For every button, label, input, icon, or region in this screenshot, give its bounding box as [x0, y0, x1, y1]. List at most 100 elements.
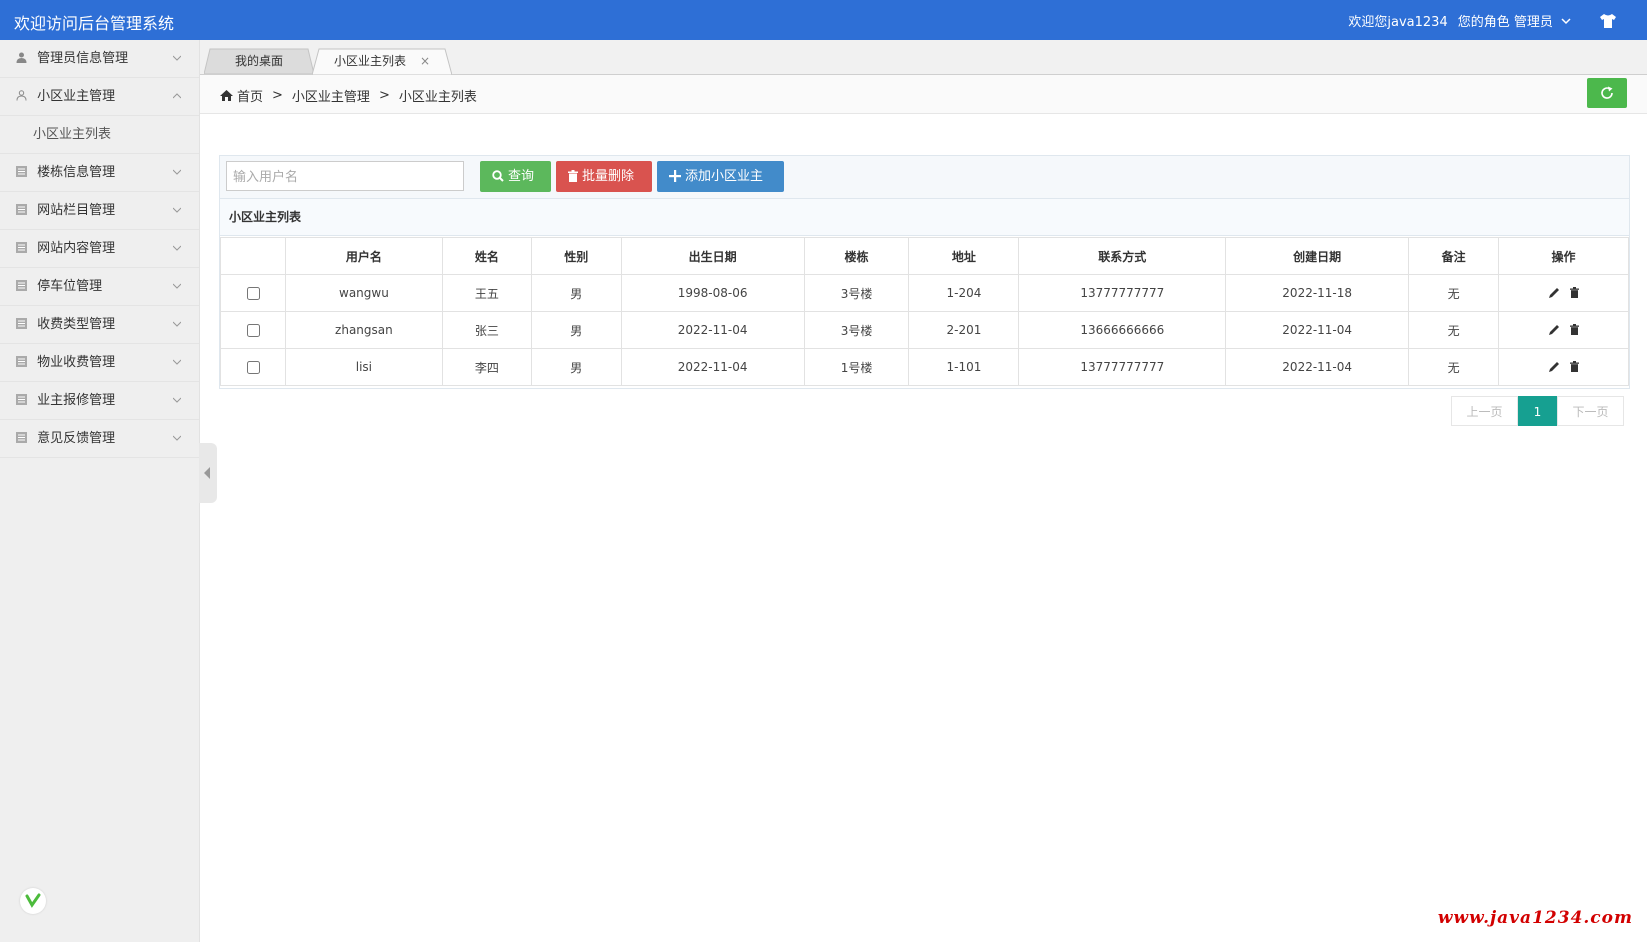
chevron-up-icon: [173, 93, 181, 99]
logo-badge: [20, 888, 46, 914]
delete-trash-icon[interactable]: [1569, 324, 1579, 335]
chevron-down-icon: [173, 359, 181, 365]
column-header: 出生日期: [620, 237, 805, 275]
sidebar-item-parking[interactable]: 停车位管理: [0, 268, 199, 306]
tab-label: 小区业主列表: [333, 54, 406, 68]
sidebar: 管理员信息管理 小区业主管理 小区业主列表 楼栋信息管理 网站栏目管理 网站内容…: [0, 40, 200, 942]
user-icon: [16, 52, 27, 63]
user-outline-icon: [16, 90, 27, 101]
breadcrumb-level1[interactable]: 小区业主管理: [292, 86, 370, 105]
sidebar-item-feedback[interactable]: 意见反馈管理: [0, 420, 199, 458]
plus-icon: [669, 170, 681, 182]
chevron-down-icon: [173, 169, 181, 175]
sidebar-item-label: 停车位管理: [37, 279, 103, 294]
cell-address: 1-204: [908, 274, 1020, 312]
list-icon: [16, 166, 27, 177]
search-button[interactable]: 查询: [480, 161, 551, 192]
sidebar-collapse-toggle[interactable]: [199, 443, 217, 503]
sidebar-item-label: 业主报修管理: [37, 393, 116, 408]
edit-pencil-icon[interactable]: [1548, 287, 1560, 298]
delete-trash-icon[interactable]: [1569, 287, 1579, 298]
chevron-down-icon: [1561, 18, 1571, 25]
tab-close-button[interactable]: ×: [420, 54, 430, 68]
cell-phone: 13777777777: [1018, 274, 1227, 312]
sidebar-item-buildings[interactable]: 楼栋信息管理: [0, 154, 199, 192]
logo-icon: [25, 893, 41, 908]
breadcrumb-bar: 首页 > 小区业主管理 > 小区业主列表: [200, 75, 1647, 114]
top-header: 欢迎访问后台管理系统 欢迎您java1234 您的角色 管理员: [0, 0, 1647, 40]
list-icon: [16, 432, 27, 443]
chevron-down-icon: [173, 55, 181, 61]
cell-username: lisi: [284, 348, 443, 386]
breadcrumb-level2: 小区业主列表: [398, 90, 477, 105]
refresh-button[interactable]: [1587, 78, 1627, 108]
tab-desktop[interactable]: 我的桌面: [204, 48, 314, 74]
cell-created: 2022-11-18: [1225, 274, 1410, 312]
cell-name: 王五: [441, 274, 532, 312]
list-icon: [16, 204, 27, 215]
sidebar-item-label: 网站栏目管理: [37, 203, 116, 218]
cell-name: 李四: [441, 348, 532, 386]
list-icon: [16, 394, 27, 405]
table-row: zhangsan 张三 男 2022-11-04 3号楼 2-201 13666…: [220, 311, 1629, 349]
breadcrumb-home[interactable]: 首页: [237, 86, 263, 105]
sidebar-item-label: 物业收费管理: [37, 355, 116, 370]
chevron-down-icon: [173, 397, 181, 403]
table-row: lisi 李四 男 2022-11-04 1号楼 1-101 137777777…: [220, 348, 1629, 386]
cell-building: 1号楼: [803, 348, 910, 386]
sidebar-item-site-content[interactable]: 网站内容管理: [0, 230, 199, 268]
tab-owner-list[interactable]: 小区业主列表 ×: [312, 48, 452, 75]
list-icon: [16, 280, 27, 291]
breadcrumb: 首页 > 小区业主管理 > 小区业主列表: [220, 86, 477, 105]
chevron-down-icon: [173, 283, 181, 289]
row-checkbox[interactable]: [246, 323, 260, 337]
sidebar-subitem-owner-list[interactable]: 小区业主列表: [0, 116, 199, 154]
role-dropdown[interactable]: 您的角色 管理员: [1458, 11, 1571, 30]
cell-name: 张三: [441, 311, 532, 349]
prev-page-button[interactable]: 上一页: [1451, 396, 1518, 426]
next-page-button[interactable]: 下一页: [1557, 396, 1624, 426]
batch-delete-button[interactable]: 批量删除: [556, 161, 652, 192]
cell-birth: 2022-11-04: [620, 348, 805, 386]
header-user-area: 欢迎您java1234 您的角色 管理员: [1348, 11, 1617, 30]
current-page-button[interactable]: 1: [1518, 396, 1557, 426]
sidebar-item-repairs[interactable]: 业主报修管理: [0, 382, 199, 420]
edit-pencil-icon[interactable]: [1548, 324, 1560, 335]
cell-actions: [1498, 311, 1629, 349]
list-icon: [16, 242, 27, 253]
column-header: 地址: [908, 237, 1020, 275]
table-header-row: 用户名 姓名 性别 出生日期 楼栋 地址 联系方式 创建日期 备注 操作: [220, 237, 1629, 275]
theme-shirt-icon[interactable]: [1599, 13, 1617, 28]
cell-gender: 男: [530, 348, 622, 386]
sidebar-item-site-columns[interactable]: 网站栏目管理: [0, 192, 199, 230]
caret-left-icon: [204, 467, 210, 479]
pagination: 上一页 1 下一页: [1451, 396, 1624, 426]
sidebar-item-property-fees[interactable]: 物业收费管理: [0, 344, 199, 382]
cell-birth: 1998-08-06: [620, 274, 805, 312]
app-title: 欢迎访问后台管理系统: [14, 14, 175, 33]
tab-bar: 我的桌面 小区业主列表 ×: [200, 40, 1647, 75]
cell-phone: 13666666666: [1018, 311, 1227, 349]
row-checkbox[interactable]: [246, 360, 260, 374]
edit-pencil-icon[interactable]: [1548, 361, 1560, 372]
sidebar-item-fee-types[interactable]: 收费类型管理: [0, 306, 199, 344]
add-owner-button[interactable]: 添加小区业主: [657, 161, 784, 192]
sidebar-item-label: 意见反馈管理: [37, 431, 116, 446]
sidebar-item-label: 管理员信息管理: [37, 51, 129, 66]
column-header: 楼栋: [803, 237, 910, 275]
watermark: www.java1234.com: [1437, 908, 1633, 928]
sidebar-item-label: 楼栋信息管理: [37, 165, 116, 180]
breadcrumb-separator: >: [272, 88, 283, 103]
row-checkbox[interactable]: [246, 286, 260, 300]
cell-note: 无: [1408, 348, 1500, 386]
delete-trash-icon[interactable]: [1569, 361, 1579, 372]
username-search-input[interactable]: [226, 161, 464, 191]
chevron-down-icon: [173, 321, 181, 327]
column-header: [220, 237, 286, 275]
toolbar: 查询 批量删除 添加小区业主: [220, 156, 1629, 199]
column-header: 备注: [1408, 237, 1500, 275]
column-header: 姓名: [441, 237, 532, 275]
sidebar-item-admin[interactable]: 管理员信息管理: [0, 40, 199, 78]
cell-building: 3号楼: [803, 274, 910, 312]
sidebar-item-owners[interactable]: 小区业主管理: [0, 78, 199, 116]
